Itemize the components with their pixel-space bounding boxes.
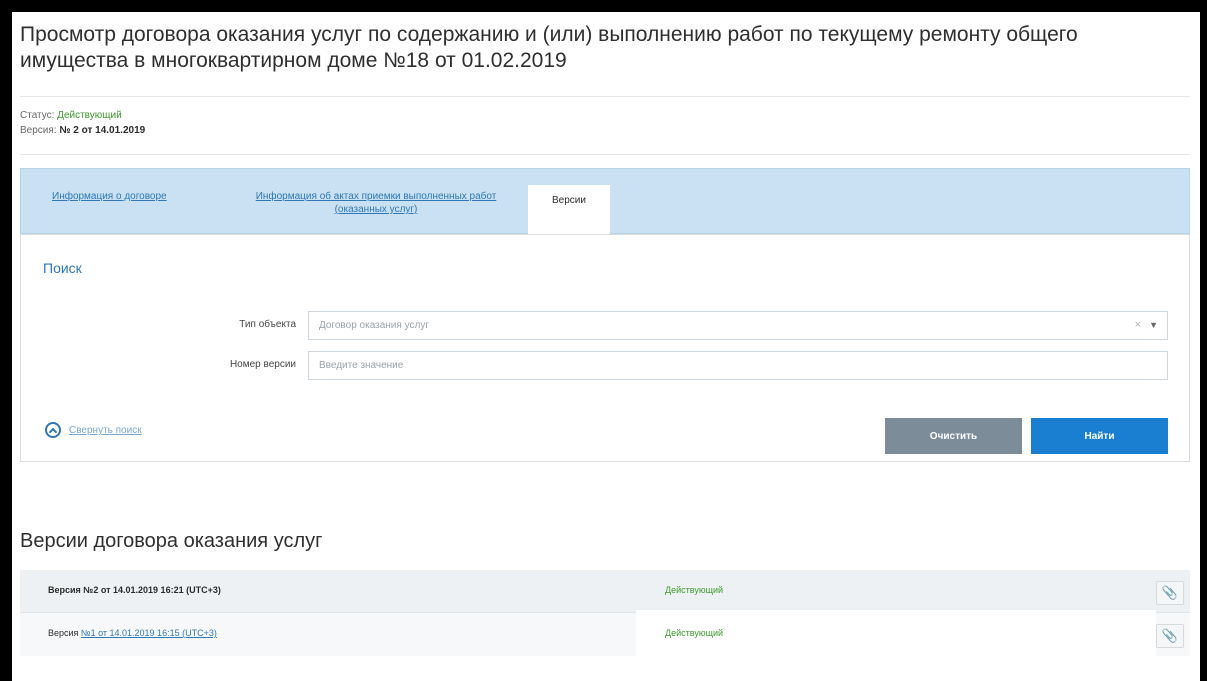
find-button[interactable]: Найти: [1031, 418, 1168, 454]
tab-contract-info[interactable]: Информация о договоре: [52, 190, 167, 203]
version-name-prefix: Версия: [48, 628, 81, 638]
paperclip-icon[interactable]: 📎: [1156, 581, 1184, 605]
object-type-value: Договор оказания услуг: [319, 320, 429, 331]
version-label: Версия:: [20, 125, 57, 136]
page-title: Просмотр договора оказания услуг по соде…: [20, 23, 1078, 72]
status-line: Статус: Действующий: [20, 110, 122, 121]
search-title: Поиск: [43, 260, 82, 276]
chevron-up-circle-icon: [45, 422, 61, 438]
version-value: № 2 от 14.01.2019: [59, 125, 146, 136]
window-frame-top: [0, 0, 1207, 12]
divider: [20, 154, 1190, 155]
tabs-bar: Информация о договоре Информация об акта…: [20, 168, 1190, 235]
version-link[interactable]: №1 от 14.01.2019 16:15 (UTC+3): [81, 628, 217, 638]
version-row: Версия №2 от 14.01.2019 16:21 (UTC+3) Де…: [20, 570, 1190, 613]
version-number-label: Номер версии: [229, 359, 296, 370]
close-icon[interactable]: ×: [1135, 312, 1141, 339]
status-value: Действующий: [57, 110, 122, 121]
tab-acceptance-acts[interactable]: Информация об актах приемки выполненных …: [251, 190, 501, 216]
version-status: Действующий: [665, 628, 724, 638]
versions-title: Версии договора оказания услуг: [20, 530, 323, 552]
version-line: Версия: № 2 от 14.01.2019: [20, 125, 145, 136]
version-number-input[interactable]: Введите значение: [308, 351, 1168, 380]
divider: [20, 96, 1190, 97]
status-label: Статус:: [20, 110, 55, 121]
object-type-select[interactable]: Договор оказания услуг × ▼: [308, 311, 1168, 340]
window-frame-left: [0, 0, 12, 681]
clear-button[interactable]: Очистить: [885, 418, 1022, 454]
tab-versions[interactable]: Версии: [528, 185, 610, 235]
collapse-search-label: Свернуть поиск: [69, 425, 142, 436]
object-type-label: Тип объекта: [239, 319, 296, 330]
version-row: Версия №1 от 14.01.2019 16:15 (UTC+3) Де…: [20, 610, 1190, 656]
version-status: Действующий: [665, 585, 724, 595]
version-name: Версия №1 от 14.01.2019 16:15 (UTC+3): [48, 628, 217, 638]
window-frame-right: [1200, 0, 1207, 681]
version-name: Версия №2 от 14.01.2019 16:21 (UTC+3): [48, 585, 221, 595]
chevron-down-icon[interactable]: ▼: [1149, 312, 1158, 339]
search-panel: Поиск Тип объекта Договор оказания услуг…: [20, 234, 1190, 462]
version-name-text: Версия №2 от 14.01.2019 16:21 (UTC+3): [48, 585, 221, 595]
paperclip-icon[interactable]: 📎: [1156, 624, 1184, 648]
